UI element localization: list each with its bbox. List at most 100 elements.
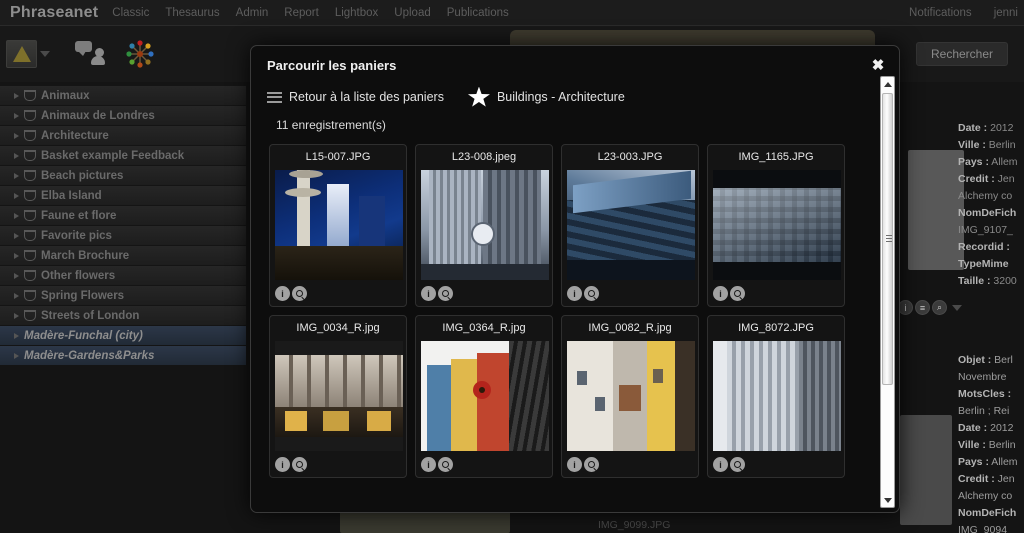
meta-row: TypeMime	[958, 258, 1009, 270]
nav-item-upload[interactable]: Upload	[394, 7, 430, 19]
expand-arrow-icon[interactable]	[14, 172, 19, 179]
feedback-button[interactable]	[68, 34, 112, 74]
close-icon[interactable]: ✖	[867, 54, 889, 76]
thumbnail-cell[interactable]: L23-003.JPG i	[561, 144, 699, 307]
meta-row: MotsCles :	[958, 388, 1012, 400]
expand-arrow-icon[interactable]	[14, 332, 19, 339]
dialog-scrollbar[interactable]	[880, 76, 895, 508]
expand-arrow-icon[interactable]	[14, 312, 19, 319]
basket-item-4[interactable]: Beach pictures	[0, 166, 246, 186]
basket-item-6[interactable]: Faune et flore	[0, 206, 246, 226]
magnifier-icon[interactable]	[438, 286, 453, 301]
thumb-view-button[interactable]	[6, 34, 50, 74]
expand-arrow-icon[interactable]	[14, 212, 19, 219]
magnifier-icon[interactable]: ⌕	[932, 300, 947, 315]
thumbnail-cell[interactable]: IMG_1165.JPG i	[707, 144, 845, 307]
basket-label: Animaux de Londres	[41, 109, 155, 122]
scroll-thumb[interactable]	[882, 93, 893, 385]
thumbnail-cell[interactable]: IMG_0034_R.jpg i	[269, 315, 407, 478]
user-menu-link[interactable]: jenni	[994, 7, 1018, 19]
info-icon[interactable]: i	[713, 457, 728, 472]
basket-item-12[interactable]: Madère-Funchal (city)	[0, 326, 246, 346]
info-icon[interactable]: i	[713, 286, 728, 301]
metadata-panel-2: Objet : Berl Novembre MotsCles : Berlin …	[958, 352, 1024, 533]
meta-row: Alchemy co	[958, 190, 1013, 202]
magnifier-icon[interactable]	[438, 457, 453, 472]
magnifier-icon[interactable]	[584, 286, 599, 301]
background-thumbnail	[908, 150, 964, 270]
expand-arrow-icon[interactable]	[14, 252, 19, 259]
basket-item-1[interactable]: Animaux de Londres	[0, 106, 246, 126]
basket-item-9[interactable]: Other flowers	[0, 266, 246, 286]
basket-item-0[interactable]: Animaux	[0, 86, 246, 106]
thumbnail-filename: L23-008.jpeg	[451, 151, 517, 163]
thumbnail-cell[interactable]: IMG_0082_R.jpg i	[561, 315, 699, 478]
back-to-basket-list-link[interactable]: Retour à la liste des paniers	[289, 90, 444, 104]
thumbnail-image	[567, 341, 695, 451]
basket-item-5[interactable]: Elba Island	[0, 186, 246, 206]
basket-item-3[interactable]: Basket example Feedback	[0, 146, 246, 166]
scroll-down-arrow[interactable]	[881, 493, 894, 507]
info-icon[interactable]: i	[421, 286, 436, 301]
expand-arrow-icon[interactable]	[14, 192, 19, 199]
nav-item-report[interactable]: Report	[284, 7, 319, 19]
basket-item-11[interactable]: Streets of London	[0, 306, 246, 326]
thumbnail-actions: i	[713, 286, 745, 301]
nav-item-classic[interactable]: Classic	[112, 7, 149, 19]
basket-item-10[interactable]: Spring Flowers	[0, 286, 246, 306]
meta-row: Berlin ; Rei	[958, 405, 1010, 417]
meta-row: Novembre	[958, 371, 1007, 383]
thumbnail-cell[interactable]: IMG_0364_R.jpg i	[415, 315, 553, 478]
chevron-down-icon[interactable]	[40, 51, 50, 57]
chevron-down-icon[interactable]	[952, 304, 962, 311]
thumbnail-grid: L15-007.JPG i L23-008.jpeg i L23-003.JPG…	[269, 144, 881, 478]
expand-arrow-icon[interactable]	[14, 152, 19, 159]
nav-item-admin[interactable]: Admin	[236, 7, 269, 19]
notifications-link[interactable]: Notifications	[909, 7, 972, 19]
basket-icon	[24, 210, 36, 221]
basket-label: Animaux	[41, 89, 90, 102]
thumbnail-actions: i	[275, 286, 307, 301]
thumbnail-cell[interactable]: IMG_8072.JPG i	[707, 315, 845, 478]
thumbnail-cell[interactable]: L15-007.JPG i	[269, 144, 407, 307]
thumbnail-filename: IMG_0082_R.jpg	[588, 322, 672, 334]
info-icon[interactable]: i	[275, 286, 290, 301]
expand-arrow-icon[interactable]	[14, 112, 19, 119]
expand-arrow-icon[interactable]	[14, 92, 19, 99]
info-icon[interactable]: i	[421, 457, 436, 472]
search-button[interactable]: Rechercher	[916, 42, 1008, 66]
hamburger-icon[interactable]	[267, 91, 282, 103]
image-icon	[6, 40, 37, 68]
scroll-up-arrow[interactable]	[881, 77, 894, 91]
share-button[interactable]	[118, 34, 162, 74]
thumbnail-actions: i	[567, 457, 599, 472]
nav-item-lightbox[interactable]: Lightbox	[335, 7, 378, 19]
basket-item-13[interactable]: Madère-Gardens&Parks	[0, 346, 246, 366]
magnifier-icon[interactable]	[730, 286, 745, 301]
expand-arrow-icon[interactable]	[14, 352, 19, 359]
meta-row: Taille : 3200	[958, 275, 1017, 287]
background-field-value: IMG_9099.JPG	[598, 519, 671, 531]
expand-arrow-icon[interactable]	[14, 232, 19, 239]
basket-icon	[24, 170, 36, 181]
expand-arrow-icon[interactable]	[14, 292, 19, 299]
basket-item-7[interactable]: Favorite pics	[0, 226, 246, 246]
basket-item-8[interactable]: March Brochure	[0, 246, 246, 266]
thumbnail-cell[interactable]: L23-008.jpeg i	[415, 144, 553, 307]
expand-arrow-icon[interactable]	[14, 132, 19, 139]
magnifier-icon[interactable]	[292, 457, 307, 472]
info-icon[interactable]: i	[567, 457, 582, 472]
magnifier-icon[interactable]	[730, 457, 745, 472]
magnifier-icon[interactable]	[292, 286, 307, 301]
info-icon[interactable]: i	[275, 457, 290, 472]
basket-item-2[interactable]: Architecture	[0, 126, 246, 146]
info-icon[interactable]: i	[567, 286, 582, 301]
meta-row: IMG_9107_	[958, 224, 1013, 236]
nav-item-thesaurus[interactable]: Thesaurus	[165, 7, 219, 19]
meta-row: Ville : Berlin	[958, 139, 1016, 151]
list-icon[interactable]: ≡	[915, 300, 930, 315]
magnifier-icon[interactable]	[584, 457, 599, 472]
nav-item-publications[interactable]: Publications	[447, 7, 509, 19]
info-icon[interactable]: i	[898, 300, 913, 315]
expand-arrow-icon[interactable]	[14, 272, 19, 279]
